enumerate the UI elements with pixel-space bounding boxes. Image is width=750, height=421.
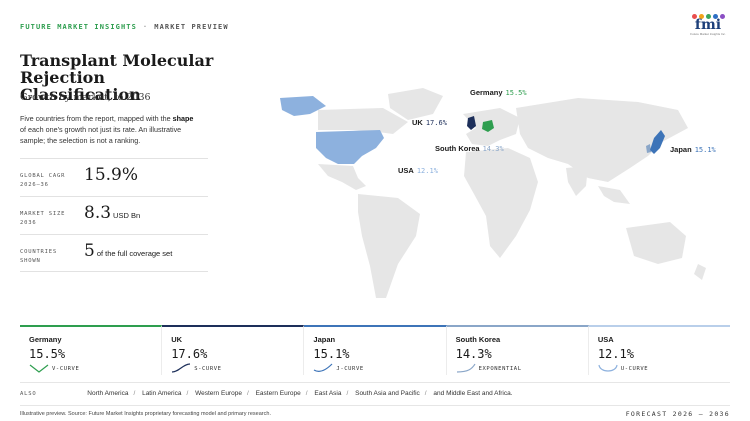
stat-market-size: MARKET SIZE 2036 8.3 USD Bn bbox=[20, 196, 208, 234]
logo-text: fmi bbox=[694, 17, 722, 33]
region-link[interactable]: Western Europe bbox=[195, 390, 242, 397]
card-country: USA bbox=[597, 335, 614, 344]
v-curve-icon bbox=[29, 364, 49, 373]
card-value: 14.3% bbox=[455, 347, 492, 361]
south-america-shape bbox=[358, 194, 420, 298]
region-link[interactable]: East Asia bbox=[314, 390, 341, 397]
card-country: Japan bbox=[313, 335, 336, 344]
africa-shape bbox=[464, 148, 538, 258]
map-label-germany: Germany 15.5% bbox=[470, 88, 527, 97]
map-label-south-korea: South Korea 14.3% bbox=[435, 144, 504, 153]
stat-number: 15.9% bbox=[84, 165, 139, 185]
region-link[interactable]: South Asia and Pacific bbox=[355, 390, 420, 397]
region-separator: / bbox=[346, 390, 349, 397]
stats-divider bbox=[20, 271, 208, 272]
map-label-uk: UK 17.6% bbox=[412, 118, 447, 127]
map-label-pct: 15.1% bbox=[694, 146, 716, 154]
brand-name: FUTURE MARKET INSIGHTS bbox=[20, 23, 137, 31]
region-link[interactable]: Eastern Europe bbox=[256, 390, 301, 397]
card-uk[interactable]: UK 17.6% S-CURVE bbox=[162, 325, 305, 375]
s-curve-icon bbox=[172, 363, 191, 373]
southeast-asia-shape bbox=[598, 186, 630, 204]
card-curve-type: EXPONENTIAL bbox=[478, 366, 522, 372]
card-curve-type: S-CURVE bbox=[194, 366, 222, 372]
intro-emphasis: shape bbox=[172, 114, 194, 123]
u-curve-icon bbox=[598, 364, 618, 372]
card-curve-type: U-CURVE bbox=[620, 366, 649, 372]
stat-unit: USD Bn bbox=[113, 211, 141, 220]
new-zealand-shape bbox=[694, 264, 706, 280]
stat-value: 15.9% bbox=[84, 165, 140, 185]
map-label-country: USA bbox=[398, 166, 414, 175]
region-separator: / bbox=[246, 390, 249, 397]
stat-value: 5 of the full coverage set bbox=[84, 241, 172, 261]
fmi-logo[interactable]: fmi Future Market Insights Inc. bbox=[688, 14, 728, 40]
card-value: 17.6% bbox=[171, 347, 208, 361]
also-divider bbox=[20, 382, 730, 383]
region-separator: / bbox=[186, 390, 189, 397]
j-curve-icon bbox=[314, 363, 333, 372]
top-bar: FUTURE MARKET INSIGHTS · MARKET PREVIEW bbox=[20, 23, 229, 31]
card-curve-type: V-CURVE bbox=[52, 366, 80, 372]
region-link[interactable]: and Middle East and Africa. bbox=[433, 390, 512, 397]
map-label-usa: USA 12.1% bbox=[398, 166, 438, 175]
also-regions: ALSO North America / Latin America / Weste… bbox=[20, 390, 730, 397]
card-country: South Korea bbox=[455, 335, 501, 344]
canada-shape bbox=[318, 108, 408, 134]
mexico-shape bbox=[318, 164, 366, 190]
map-label-pct: 12.1% bbox=[416, 167, 438, 175]
region-separator: / bbox=[424, 390, 427, 397]
region-separator: / bbox=[305, 390, 308, 397]
intro-part: Five countries from the report, mapped w… bbox=[20, 114, 173, 123]
stat-number: 8.3 bbox=[84, 203, 112, 223]
region-separator: / bbox=[133, 390, 136, 397]
stat-label: GLOBAL CAGR 2026–36 bbox=[20, 173, 66, 188]
region-link[interactable]: Latin America bbox=[142, 390, 181, 397]
australia-shape bbox=[626, 222, 686, 264]
card-usa[interactable]: USA 12.1% U-CURVE bbox=[588, 325, 731, 375]
region-link[interactable]: North America bbox=[87, 390, 128, 397]
map-label-country: South Korea bbox=[435, 144, 480, 153]
forecast-range: FORECAST 2026 – 2036 bbox=[625, 410, 730, 418]
world-map bbox=[280, 88, 706, 298]
card-country: UK bbox=[171, 335, 183, 344]
stat-label: MARKET SIZE 2036 bbox=[20, 211, 66, 226]
card-curve-type: J-CURVE bbox=[336, 366, 364, 372]
stat-global-cagr: GLOBAL CAGR 2026–36 15.9% bbox=[20, 158, 208, 196]
stat-label: COUNTRIES SHOWN bbox=[20, 249, 58, 264]
also-label: ALSO bbox=[20, 391, 37, 397]
country-cards: Germany 15.5% V-CURVE UK 17.6% S-CURVE J… bbox=[20, 325, 731, 375]
page-subtitle: Growth by market, to 2036 bbox=[20, 92, 151, 103]
card-germany[interactable]: Germany 15.5% V-CURVE bbox=[20, 325, 163, 375]
section-label: MARKET PREVIEW bbox=[154, 23, 229, 31]
stat-unit: of the full coverage set bbox=[96, 249, 173, 258]
usa-shape bbox=[316, 130, 384, 164]
india-shape bbox=[566, 166, 588, 196]
map-label-country: UK bbox=[412, 118, 423, 127]
intro-part: of each one's growth not just its rate. … bbox=[20, 125, 182, 145]
card-country: Germany bbox=[29, 335, 62, 344]
map-label-pct: 14.3% bbox=[482, 145, 504, 153]
card-value: 12.1% bbox=[597, 347, 634, 361]
exponential-curve-icon bbox=[456, 363, 476, 373]
card-japan[interactable]: Japan 15.1% J-CURVE bbox=[304, 325, 447, 375]
stat-countries-shown: COUNTRIES SHOWN 5 of the full coverage se… bbox=[20, 234, 208, 272]
logo-tagline: Future Market Insights Inc. bbox=[690, 32, 726, 36]
map-label-japan: Japan 15.1% bbox=[670, 145, 716, 154]
greenland-shape bbox=[388, 88, 443, 120]
header-separator: · bbox=[142, 23, 149, 31]
card-value: 15.5% bbox=[29, 347, 66, 361]
land-masses bbox=[318, 88, 706, 298]
map-label-country: Japan bbox=[670, 145, 692, 154]
map-label-pct: 17.6% bbox=[425, 119, 447, 127]
map-label-country: Germany bbox=[470, 88, 503, 97]
intro-text: Five countries from the report, mapped w… bbox=[20, 113, 200, 146]
map-label-pct: 15.5% bbox=[505, 89, 527, 97]
stat-value: 8.3 USD Bn bbox=[84, 203, 140, 223]
footer-divider bbox=[20, 405, 730, 406]
source-note: Illustrative preview. Source: Future Mar… bbox=[20, 411, 271, 417]
card-south-korea[interactable]: South Korea 14.3% EXPONENTIAL bbox=[446, 325, 589, 375]
stat-number: 5 bbox=[84, 241, 95, 261]
card-value: 15.1% bbox=[313, 347, 350, 361]
